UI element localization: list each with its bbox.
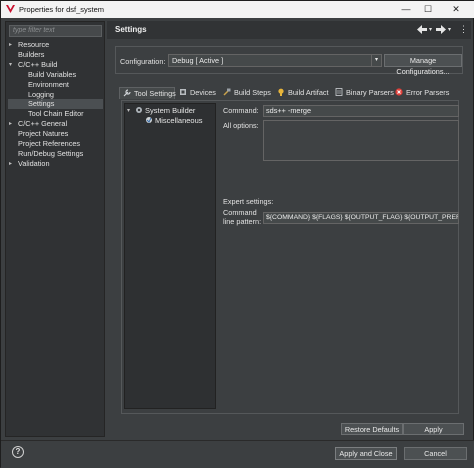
gear-icon bbox=[136, 107, 142, 113]
command-input[interactable]: sds++ -merge bbox=[263, 105, 459, 117]
build-steps-icon bbox=[223, 88, 231, 96]
device-icon bbox=[180, 89, 186, 95]
chevron-down-icon[interactable]: ▾ bbox=[9, 61, 12, 68]
property-category-tree: type filter text ▸ Resource Builders ▾ C/C++… bbox=[5, 21, 105, 437]
tree-item-builders[interactable]: Builders bbox=[18, 50, 44, 60]
chevron-down-icon[interactable]: ▾ bbox=[429, 26, 432, 33]
command-label: Command: bbox=[223, 106, 259, 115]
menu-icon[interactable]: ⋮ bbox=[459, 24, 468, 35]
parser-icon bbox=[335, 88, 343, 96]
maximize-button[interactable]: ☐ bbox=[421, 3, 435, 15]
manage-configurations-button[interactable]: Manage Configurations... bbox=[384, 54, 462, 76]
filter-input[interactable]: type filter text bbox=[9, 25, 102, 37]
tab-label: Build Steps bbox=[234, 88, 271, 97]
title-bar: Properties for dsf_system — ☐ ✕ bbox=[1, 1, 474, 18]
close-button[interactable]: ✕ bbox=[449, 3, 463, 15]
tab-label: Tool Settings bbox=[134, 89, 176, 98]
tab-devices[interactable]: Devices bbox=[179, 87, 216, 99]
all-options-textarea[interactable] bbox=[263, 120, 459, 161]
chevron-right-icon[interactable]: ▸ bbox=[9, 41, 12, 48]
settings-icon bbox=[146, 117, 152, 123]
tool-tree-root-label: System Builder bbox=[145, 106, 196, 115]
chevron-down-icon[interactable]: ▾ bbox=[448, 26, 451, 33]
tree-item-project-natures[interactable]: Project Natures bbox=[18, 129, 68, 139]
all-options-label: All options: bbox=[223, 121, 259, 130]
dialog-footer: ? Apply and Close Cancel bbox=[1, 440, 474, 468]
tree-item-run-debug-settings[interactable]: Run/Debug Settings bbox=[18, 149, 83, 159]
tool-tree-item-miscellaneous[interactable]: Miscellaneous bbox=[145, 116, 203, 126]
tab-build-steps[interactable]: Build Steps bbox=[223, 87, 271, 99]
tab-tool-settings[interactable]: Tool Settings bbox=[119, 87, 176, 99]
help-icon[interactable]: ? bbox=[12, 446, 24, 458]
configuration-select[interactable]: Debug [ Active ] ▾ bbox=[168, 54, 382, 67]
chevron-down-icon[interactable]: ▾ bbox=[127, 107, 130, 114]
chevron-right-icon[interactable]: ▸ bbox=[9, 120, 12, 127]
tab-label: Build Artifact bbox=[288, 88, 329, 97]
artifact-icon bbox=[278, 88, 284, 96]
settings-tabs: Tool Settings Devices Build Steps Build … bbox=[119, 87, 459, 99]
chevron-right-icon[interactable]: ▸ bbox=[9, 160, 12, 167]
settings-page: Settings ▾ ▾ ⋮ Configuration: Debug [ Ac… bbox=[107, 21, 471, 437]
tree-item-tool-chain-editor[interactable]: Tool Chain Editor bbox=[28, 109, 84, 119]
tree-item-build-variables[interactable]: Build Variables bbox=[28, 70, 76, 80]
tree-item-environment[interactable]: Environment bbox=[28, 80, 69, 90]
tree-item-c-c-build[interactable]: C/C++ Build bbox=[18, 60, 57, 70]
configuration-value: Debug [ Active ] bbox=[172, 56, 224, 65]
arrow-left-icon[interactable] bbox=[417, 25, 427, 34]
tree-item-c-c-general[interactable]: C/C++ General bbox=[18, 119, 67, 129]
tab-error-parsers[interactable]: Error Parsers bbox=[395, 87, 449, 99]
tree-item-project-references[interactable]: Project References bbox=[18, 139, 80, 149]
tab-label: Error Parsers bbox=[406, 88, 450, 97]
tab-label: Devices bbox=[190, 88, 216, 97]
window-title: Properties for dsf_system bbox=[19, 5, 105, 14]
tree-item-settings[interactable]: Settings bbox=[8, 99, 103, 110]
tool-tree-item-label: Miscellaneous bbox=[155, 116, 203, 125]
error-icon bbox=[395, 88, 403, 96]
command-line-pattern-input[interactable]: ${COMMAND} ${FLAGS} ${OUTPUT_FLAG} ${OUT… bbox=[263, 212, 459, 224]
configuration-label: Configuration: bbox=[120, 57, 166, 66]
tool-settings-panel: ▾ System Builder Miscellaneous Command: … bbox=[121, 100, 459, 414]
tree-item-logging[interactable]: Logging bbox=[28, 90, 54, 100]
chevron-down-icon[interactable]: ▾ bbox=[371, 55, 381, 66]
apply-and-close-button[interactable]: Apply and Close bbox=[335, 447, 397, 460]
cancel-button[interactable]: Cancel bbox=[404, 447, 467, 460]
restore-defaults-button[interactable]: Restore Defaults bbox=[341, 423, 403, 435]
apply-button[interactable]: Apply bbox=[403, 423, 464, 435]
properties-dialog: Properties for dsf_system — ☐ ✕ type fil… bbox=[0, 0, 474, 468]
expert-settings-label: Expert settings: bbox=[223, 197, 274, 206]
tree-item-validation[interactable]: Validation bbox=[18, 159, 50, 169]
arrow-right-icon[interactable] bbox=[436, 25, 446, 34]
command-line-pattern-label-line2: line pattern: bbox=[223, 217, 262, 226]
app-logo-icon bbox=[6, 5, 15, 13]
tool-tree-root[interactable]: System Builder bbox=[135, 106, 195, 116]
tab-label: Binary Parsers bbox=[346, 88, 394, 97]
page-title: Settings bbox=[115, 25, 147, 34]
command-line-pattern-label-line1: Command bbox=[223, 208, 257, 217]
tree-item-resource[interactable]: Resource bbox=[18, 40, 49, 50]
tool-tree: ▾ System Builder Miscellaneous bbox=[124, 103, 216, 409]
minimize-button[interactable]: — bbox=[399, 3, 413, 15]
tab-binary-parsers[interactable]: Binary Parsers bbox=[335, 87, 394, 99]
configuration-group: Configuration: Debug [ Active ] ▾ Manage… bbox=[115, 46, 463, 76]
page-header: Settings ▾ ▾ ⋮ bbox=[107, 21, 471, 39]
wrench-icon bbox=[123, 89, 131, 97]
tab-build-artifact[interactable]: Build Artifact bbox=[277, 87, 329, 99]
